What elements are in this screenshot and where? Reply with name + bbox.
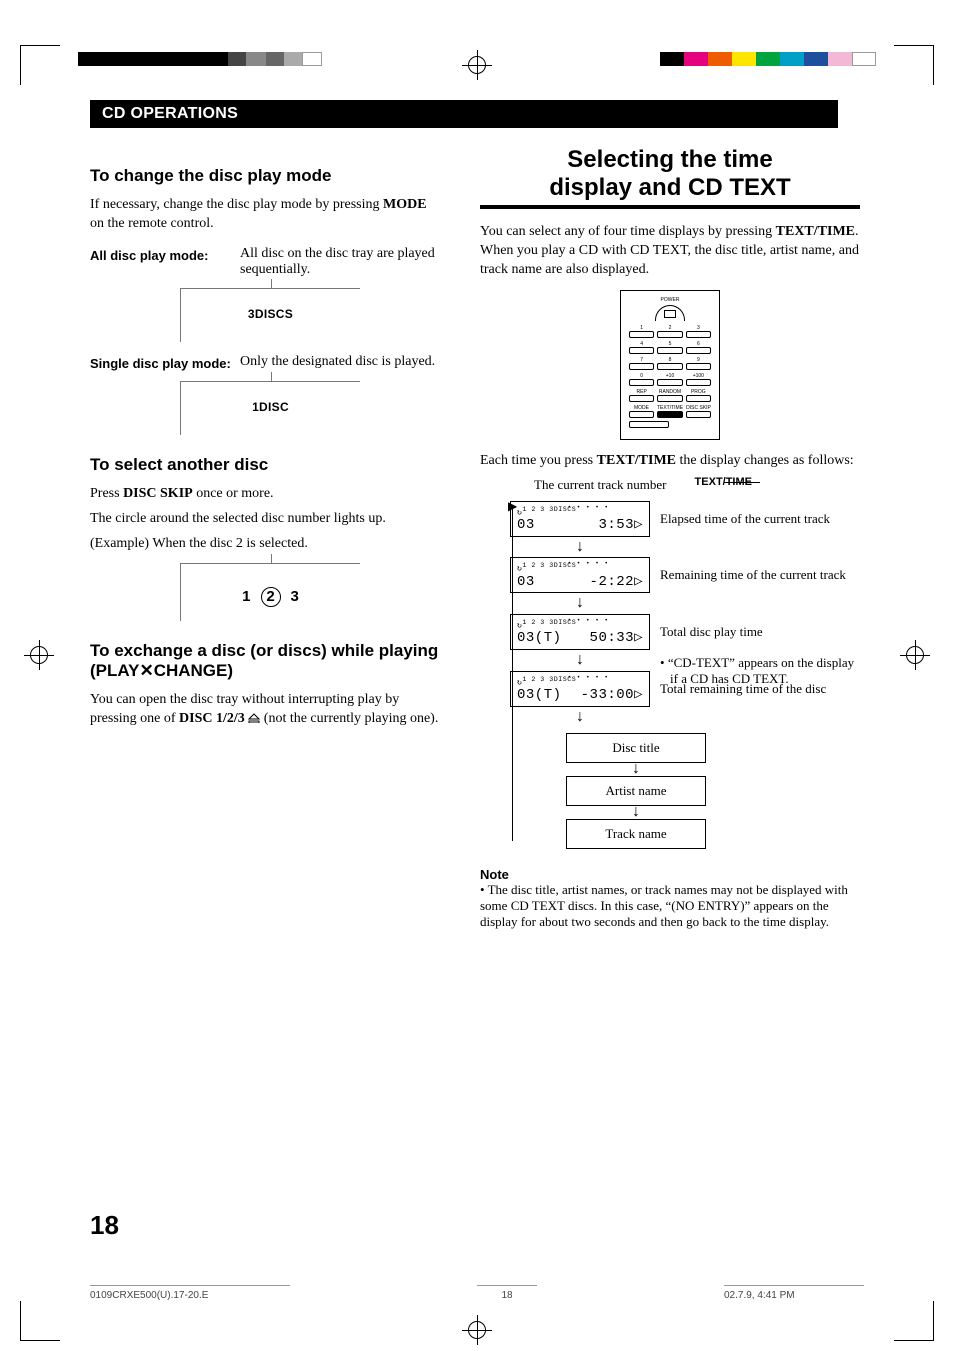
note-body: • The disc title, artist names, or track… bbox=[480, 882, 860, 930]
lcd-total: • • • • • ↻1 2 3 3DISCS 03(T)50:33▷ bbox=[510, 614, 650, 650]
arrow-down-icon: ↓ bbox=[566, 763, 706, 776]
paragraph: If necessary, change the disc play mode … bbox=[90, 196, 440, 234]
leader-line bbox=[724, 482, 760, 483]
loop-line: ▶ bbox=[500, 497, 510, 849]
print-registration-top bbox=[0, 0, 954, 90]
paragraph: Each time you press TEXT/TIME the displa… bbox=[480, 452, 860, 471]
paragraph: The circle around the selected disc numb… bbox=[90, 510, 440, 529]
box-disc-title: Disc title bbox=[566, 733, 706, 763]
page-title: Selecting the time display and CD TEXT bbox=[480, 146, 860, 201]
lcd-remaining: • • • • • ↻1 2 3 3DISCS 03-2:22▷ bbox=[510, 557, 650, 593]
arrow-down-icon: ↓ bbox=[510, 711, 650, 724]
label-single-disc-mode: Single disc play mode: bbox=[90, 354, 240, 371]
crop-mark bbox=[894, 45, 934, 85]
desc-single-disc-mode: Only the designated disc is played. bbox=[240, 354, 435, 371]
remote-diagram: POWER 123 456 789 0+10+100 REPRANDOMPROG… bbox=[620, 290, 720, 440]
paragraph: You can open the disc tray without inter… bbox=[90, 691, 440, 729]
box-track: Track name bbox=[566, 819, 706, 849]
registration-target-icon bbox=[900, 640, 930, 670]
desc-elapsed: Elapsed time of the current track bbox=[660, 511, 860, 527]
arrow-down-icon: ↓ bbox=[566, 806, 706, 819]
label-all-disc-mode: All disc play mode: bbox=[90, 246, 240, 278]
heading-change-mode: To change the disc play mode bbox=[90, 166, 440, 186]
display-callout-3discs: 3DISCS bbox=[180, 288, 360, 342]
paragraph: (Example) When the disc 2 is selected. bbox=[90, 535, 440, 554]
registration-target-icon bbox=[462, 1315, 492, 1345]
heading-select-disc: To select another disc bbox=[90, 455, 440, 475]
paragraph: Press DISC SKIP once or more. bbox=[90, 485, 440, 504]
lcd-total-remain: • • • • • ↻1 2 3 3DISCS 03(T)-33:00▷ bbox=[510, 671, 650, 707]
desc-remaining: Remaining time of the current track bbox=[660, 567, 860, 583]
display-callout-1disc: 1DISC bbox=[180, 381, 360, 435]
page-number: 18 bbox=[90, 1210, 119, 1241]
registration-target-icon bbox=[462, 50, 492, 80]
display-flow: The current track number ▶ • • • • • ↻1 … bbox=[500, 477, 860, 849]
section-header: CD OPERATIONS bbox=[90, 100, 838, 128]
arrow-down-icon: ↓ bbox=[510, 654, 650, 667]
cross-icon: ✕ bbox=[139, 661, 153, 680]
crop-mark bbox=[20, 45, 60, 85]
title-rule bbox=[480, 205, 860, 209]
print-registration-bottom bbox=[0, 1291, 954, 1351]
color-bar bbox=[660, 52, 876, 66]
registration-target-icon bbox=[24, 640, 54, 670]
desc-all-disc-mode: All disc on the disc tray are played seq… bbox=[240, 246, 440, 278]
box-artist: Artist name bbox=[566, 776, 706, 806]
display-callout-disc-select: 1 2 3 bbox=[180, 563, 360, 621]
lcd-elapsed: • • • • • ↻1 2 3 3DISCS 033:53▷ bbox=[510, 501, 650, 537]
note-heading: Note bbox=[480, 867, 860, 882]
arrow-down-icon: ↓ bbox=[510, 541, 650, 554]
eject-icon bbox=[248, 711, 260, 726]
desc-total: Total disc play time bbox=[660, 624, 860, 640]
paragraph: You can select any of four time displays… bbox=[480, 223, 860, 280]
grayscale-bar bbox=[78, 52, 322, 66]
arrow-down-icon: ↓ bbox=[510, 597, 650, 610]
heading-exchange: To exchange a disc (or discs) while play… bbox=[90, 641, 440, 681]
